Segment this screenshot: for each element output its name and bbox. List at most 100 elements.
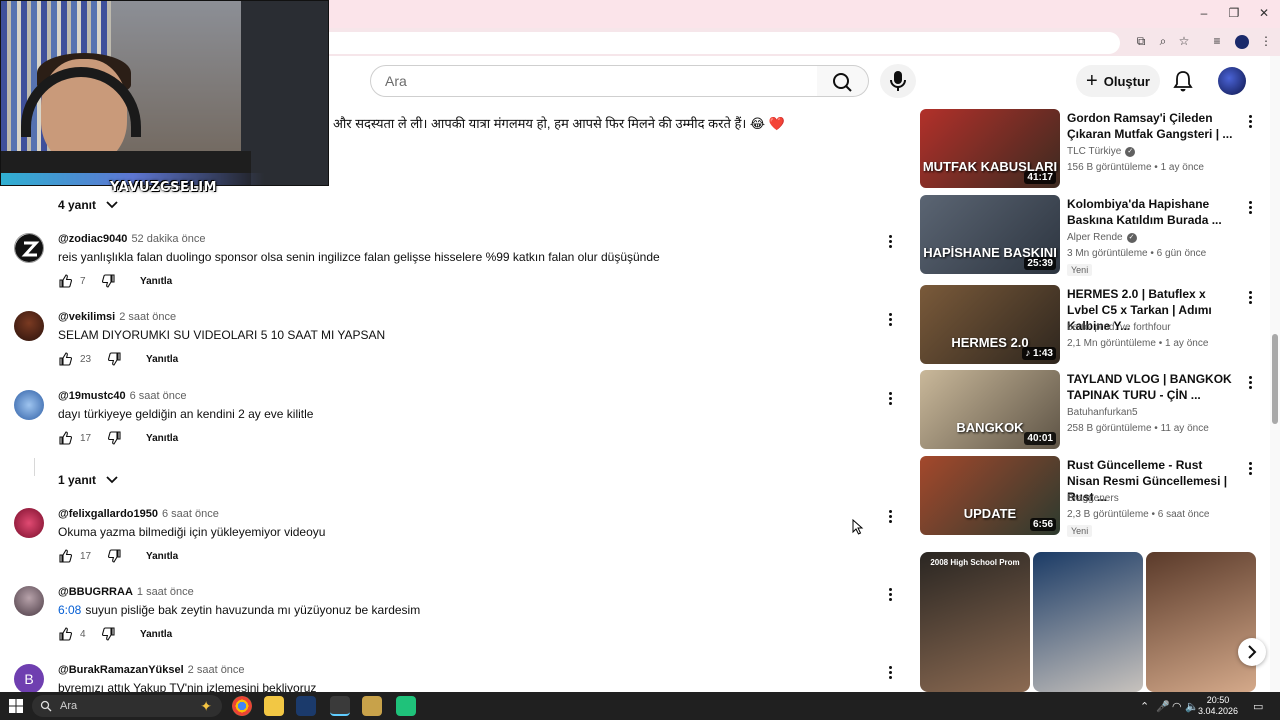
reply-button[interactable]: Yanıtla	[140, 276, 172, 287]
video-meta: 3 Mn görüntüleme • 6 gün önce	[1067, 248, 1207, 259]
video-more-options-icon[interactable]	[1246, 199, 1254, 215]
comment-author[interactable]: @zodiac9040 52 dakika önce	[58, 233, 205, 245]
create-button[interactable]: + Oluştur	[1076, 65, 1160, 97]
scrollbar-thumb[interactable]	[1272, 334, 1278, 424]
comment-more-options-icon[interactable]	[886, 233, 894, 249]
bookmark-star-icon[interactable]: ☆	[1175, 34, 1193, 48]
video-more-options-icon[interactable]	[1246, 460, 1254, 476]
microphone-icon[interactable]: 🎤	[1156, 700, 1170, 713]
video-title[interactable]: Gordon Ramsay'i Çileden Çıkaran Mutfak G…	[1067, 110, 1237, 142]
video-item[interactable]: BANGKOK 40:01 TAYLAND VLOG | BANGKOK TAPIN…	[920, 370, 1265, 450]
reply-button[interactable]: Yanıtla	[146, 433, 178, 444]
comment-author[interactable]: @BurakRamazanYüksel 2 saat önce	[58, 664, 245, 676]
reply-button[interactable]: Yanıtla	[146, 354, 178, 365]
wifi-icon[interactable]: ◠	[1172, 700, 1182, 713]
video-item[interactable]: MUTFAK KABUSLARI 41:17 Gordon Ramsay'i Çil…	[920, 109, 1265, 189]
commenter-avatar[interactable]	[14, 390, 44, 420]
shorts-next-button[interactable]	[1238, 638, 1266, 666]
like-icon[interactable]	[58, 352, 72, 366]
channel-name[interactable]: Braggeners	[1067, 493, 1119, 504]
zoom-icon[interactable]: ⌕	[1154, 34, 1172, 49]
close-button[interactable]: ✕	[1254, 6, 1274, 20]
minimize-button[interactable]: –	[1194, 6, 1214, 20]
reply-button[interactable]: Yanıtla	[146, 551, 178, 562]
video-item[interactable]: UPDATE 6:56 Rust Güncelleme - Rust Nisan R…	[920, 456, 1265, 537]
replies-toggle[interactable]: 1 yanıt	[58, 473, 118, 487]
channel-name[interactable]: TLC Türkiye ✓	[1067, 146, 1136, 157]
comment-more-options-icon[interactable]	[886, 508, 894, 524]
video-more-options-icon[interactable]	[1246, 289, 1254, 305]
video-timestamp-link[interactable]: 6:08	[58, 603, 81, 617]
short-item[interactable]	[1033, 552, 1143, 692]
steam-app-icon[interactable]	[296, 696, 316, 716]
video-title[interactable]: Kolombiya'da Hapishane Baskına Katıldım …	[1067, 196, 1237, 228]
comment-author[interactable]: @19mustc40 6 saat önce	[58, 390, 186, 402]
browser-menu-icon[interactable]: ⋮	[1257, 34, 1275, 48]
dislike-icon[interactable]	[108, 549, 122, 563]
comment-time: 2 saat önce	[187, 664, 245, 676]
comment-more-options-icon[interactable]	[886, 311, 894, 327]
dislike-icon[interactable]	[108, 352, 122, 366]
video-thumbnail[interactable]: HERMES 2.0 ♪ 1:43	[920, 285, 1060, 364]
notifications-icon[interactable]: ▭	[1253, 700, 1263, 713]
short-item[interactable]: 2008 High School Prom	[920, 552, 1030, 692]
commenter-avatar[interactable]: B	[14, 664, 44, 692]
chat-app-icon[interactable]	[396, 696, 416, 716]
system-clock[interactable]: 20:50 3.04.2026	[1196, 695, 1240, 717]
like-count: 17	[80, 550, 92, 562]
file-explorer-icon[interactable]	[264, 696, 284, 716]
comment-more-options-icon[interactable]	[886, 586, 894, 602]
like-icon[interactable]	[58, 431, 72, 445]
notifications-bell-icon[interactable]	[1170, 68, 1196, 94]
video-thumbnail[interactable]: BANGKOK 40:01	[920, 370, 1060, 449]
channel-name[interactable]: Batuhanfurkan5	[1067, 407, 1138, 418]
video-thumbnail[interactable]: HAPİSHANE BASKINI 25:39	[920, 195, 1060, 274]
comment-author[interactable]: @felixgallardo1950 6 saat önce	[58, 508, 219, 520]
dislike-icon[interactable]	[102, 627, 116, 641]
video-thumbnail[interactable]: UPDATE 6:56	[920, 456, 1060, 535]
media-control-icon[interactable]: ≡	[1208, 34, 1226, 48]
account-avatar[interactable]	[1218, 67, 1246, 95]
like-icon[interactable]	[58, 627, 72, 641]
browser-profile-avatar[interactable]	[1235, 35, 1249, 49]
short-item[interactable]	[1146, 552, 1256, 692]
video-item[interactable]: HAPİSHANE BASKINI 25:39 Kolombiya'da Hapis…	[920, 195, 1265, 276]
page-scrollbar[interactable]	[1270, 56, 1280, 692]
active-browser-icon[interactable]	[330, 696, 350, 716]
like-icon[interactable]	[58, 274, 72, 288]
video-more-options-icon[interactable]	[1246, 113, 1254, 129]
comment-author[interactable]: @vekilimsi 2 saat önce	[58, 311, 176, 323]
channel-name[interactable]: berto' prod. ve forthfour	[1067, 322, 1171, 333]
voice-search-button[interactable]	[880, 64, 916, 98]
video-more-options-icon[interactable]	[1246, 374, 1254, 390]
video-title[interactable]: TAYLAND VLOG | BANGKOK TAPINAK TURU - Çİ…	[1067, 371, 1237, 403]
restore-button[interactable]: ❐	[1224, 6, 1244, 20]
replies-count-label: 1 yanıt	[58, 473, 97, 487]
dislike-icon[interactable]	[108, 431, 122, 445]
commenter-avatar[interactable]	[14, 233, 44, 263]
video-thumbnail[interactable]: MUTFAK KABUSLARI 41:17	[920, 109, 1060, 188]
short-caption: 2008 High School Prom	[930, 558, 1020, 567]
commenter-avatar[interactable]	[14, 508, 44, 538]
comment-author[interactable]: @BBUGRRAA 1 saat önce	[58, 586, 194, 598]
commenter-avatar[interactable]	[14, 586, 44, 616]
comment-more-options-icon[interactable]	[886, 390, 894, 406]
video-item[interactable]: HERMES 2.0 ♪ 1:43 HERMES 2.0 | Batuflex x …	[920, 285, 1265, 365]
windows-start-icon[interactable]	[9, 699, 23, 713]
replies-toggle[interactable]: 4 yanıt	[58, 198, 118, 212]
search-input[interactable]	[371, 66, 817, 96]
chevron-down-icon	[106, 476, 118, 484]
comment-more-options-icon[interactable]	[886, 664, 894, 680]
taskbar-search[interactable]: Ara ✦	[32, 695, 222, 717]
dislike-icon[interactable]	[102, 274, 116, 288]
commenter-avatar[interactable]	[14, 311, 44, 341]
like-icon[interactable]	[58, 549, 72, 563]
install-app-icon[interactable]: ⧉	[1132, 34, 1150, 49]
tray-expand-icon[interactable]: ⌃	[1140, 700, 1149, 713]
chrome-app-icon[interactable]	[232, 696, 252, 716]
channel-name[interactable]: Alper Rende ✓	[1067, 232, 1137, 243]
league-app-icon[interactable]	[362, 696, 382, 716]
upload-age: 11 ay önce	[1160, 423, 1209, 434]
search-button[interactable]	[817, 65, 869, 97]
reply-button[interactable]: Yanıtla	[140, 629, 172, 640]
